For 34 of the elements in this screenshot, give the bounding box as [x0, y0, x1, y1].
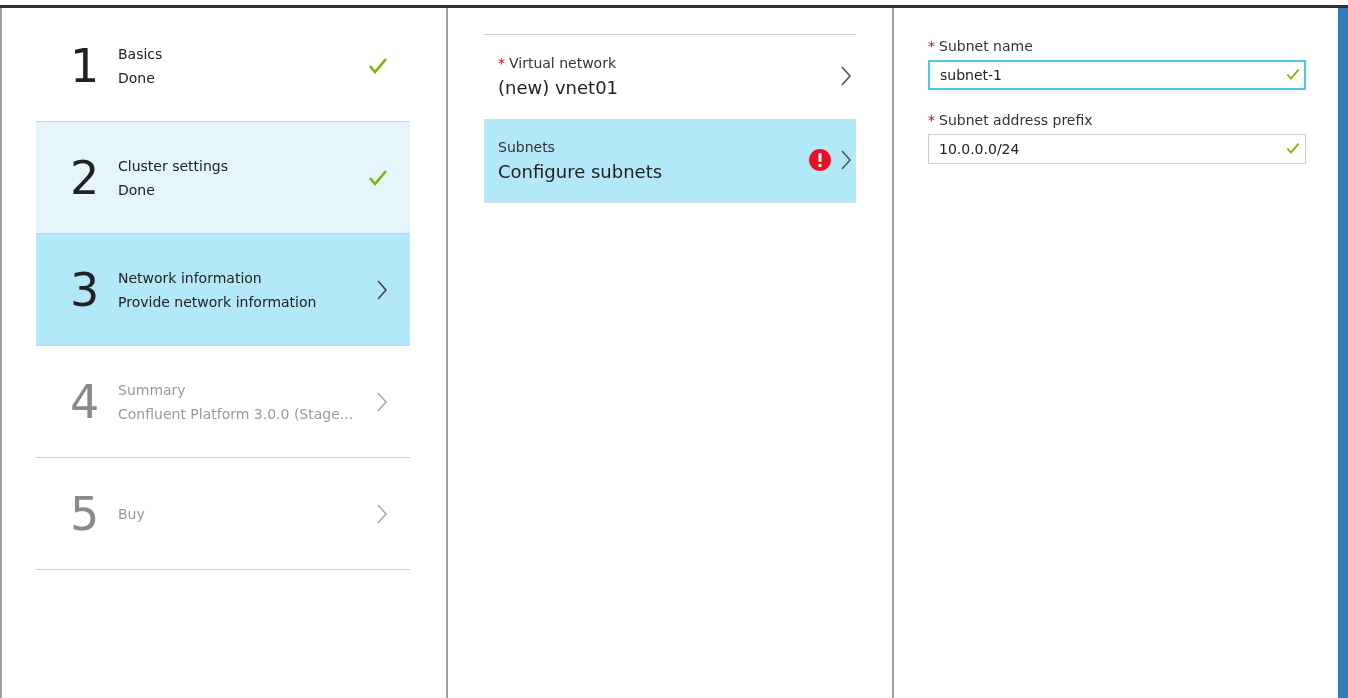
step-title: Network information [118, 269, 263, 286]
setting-value: Configure subnets [498, 160, 664, 182]
text-field[interactable]: subnet-1 [928, 60, 1306, 90]
step-number: 5 [70, 490, 101, 537]
step-title: Cluster settings [118, 157, 229, 174]
chevron-right-icon [376, 502, 388, 525]
step-title: Summary [118, 381, 187, 398]
wizard-step[interactable]: 2 Cluster settings Done [36, 122, 410, 234]
step-subtitle: Provide network information [118, 293, 318, 310]
wizard-step[interactable]: 3 Network information Provide network information [36, 234, 410, 346]
step-subtitle: Done [118, 181, 156, 198]
setting-label: * Virtual network [498, 54, 618, 71]
step-number: 2 [70, 154, 101, 201]
checkmark-icon [368, 168, 388, 187]
setting-label: Subnets [498, 138, 556, 155]
checkmark-icon [368, 56, 388, 75]
field-label: * Subnet address prefix [928, 112, 1094, 128]
step-number: 1 [70, 42, 101, 89]
step-title: Buy [118, 505, 146, 522]
chevron-right-icon [840, 149, 852, 171]
chevron-right-icon [376, 278, 388, 301]
network-setting-row[interactable]: Subnets Configure subnets [484, 119, 856, 203]
step-subtitle: Done [118, 69, 156, 86]
checkmark-icon [1286, 68, 1300, 81]
checkmark-icon [1286, 142, 1300, 155]
text-field[interactable]: 10.0.0.0/24 [928, 134, 1306, 164]
chevron-right-icon [840, 65, 852, 87]
step-title: Basics [118, 45, 164, 62]
field-label: * Subnet name [928, 38, 1034, 54]
chevron-right-icon [376, 390, 388, 413]
step-number: 4 [70, 378, 101, 425]
setting-value: (new) vnet01 [498, 76, 620, 98]
step-number: 3 [70, 266, 101, 313]
step-subtitle: Confluent Platform 3.0.0 (Stage... [118, 405, 355, 422]
